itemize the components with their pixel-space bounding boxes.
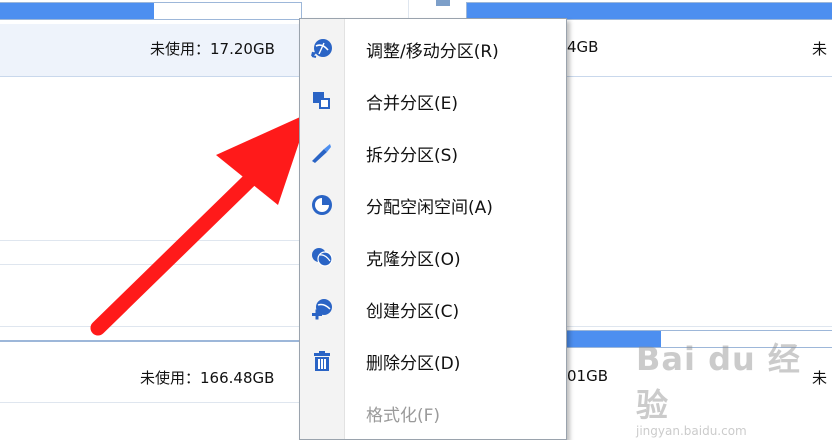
- split-icon: [310, 141, 334, 165]
- menu-item-label: 创建分区(C): [366, 302, 460, 322]
- context-menu: 调整/移动分区(R) 合并分区(E) 拆分分区(S) 分配空闲空间(A) 克隆分…: [299, 18, 567, 440]
- allocate-space-icon: [310, 193, 334, 217]
- menu-item-label: 格式化(F): [366, 406, 441, 426]
- menu-item-clone[interactable]: 克隆分区(O): [300, 231, 564, 281]
- menu-item-split[interactable]: 拆分分区(S): [300, 127, 564, 177]
- menu-item-label: 分配空闲空间(A): [366, 198, 493, 218]
- menu-item-label: 克隆分区(O): [366, 250, 461, 270]
- menu-item-label: 合并分区(E): [366, 94, 459, 114]
- menu-item-resize-move[interactable]: 调整/移动分区(R): [300, 23, 564, 73]
- merge-icon: [310, 89, 334, 113]
- menu-item-label: 删除分区(D): [366, 354, 461, 374]
- delete-icon: [310, 349, 334, 373]
- baidu-jingyan-watermark: Bai du 经验 jingyan.baidu.com: [636, 334, 832, 438]
- menu-item-merge[interactable]: 合并分区(E): [300, 75, 564, 125]
- clone-icon: [310, 245, 334, 269]
- menu-item-allocate-space[interactable]: 分配空闲空间(A): [300, 179, 564, 229]
- menu-item-label: 调整/移动分区(R): [366, 42, 499, 62]
- watermark-brand: Bai du 经验: [636, 340, 801, 424]
- format-icon: [310, 401, 334, 425]
- menu-item-delete-partition[interactable]: 删除分区(D): [300, 335, 564, 385]
- menu-item-format[interactable]: 格式化(F): [300, 387, 564, 437]
- resize-move-icon: [310, 37, 334, 61]
- watermark-url: jingyan.baidu.com: [636, 424, 747, 438]
- menu-item-create-partition[interactable]: 创建分区(C): [300, 283, 564, 333]
- menu-item-label: 拆分分区(S): [366, 146, 459, 166]
- create-partition-icon: [310, 297, 334, 321]
